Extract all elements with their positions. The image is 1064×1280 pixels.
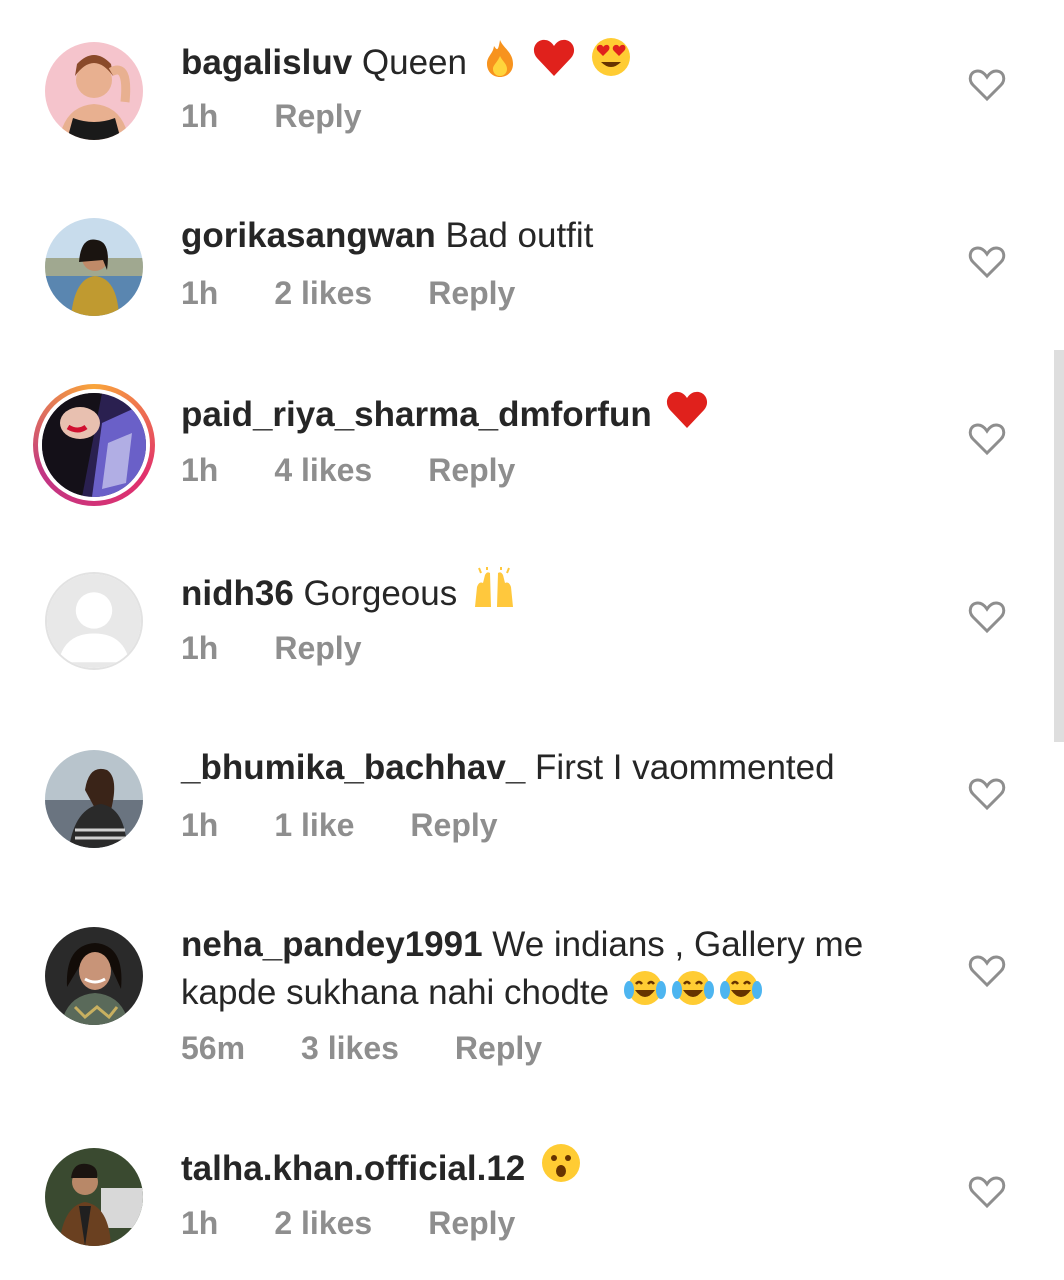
story-ring[interactable]	[33, 384, 155, 506]
tears-of-joy-emoji-icon	[719, 971, 762, 1005]
reply-button[interactable]: Reply	[455, 1030, 542, 1067]
like-heart-icon[interactable]	[968, 245, 1006, 279]
comment-likes[interactable]: 2 likes	[274, 1205, 372, 1242]
comment-username[interactable]: nidh36	[181, 574, 294, 613]
avatar[interactable]	[45, 218, 143, 316]
comment-meta: 1h 2 likes Reply	[181, 275, 571, 312]
comment-time: 1h	[181, 452, 219, 488]
comment-username[interactable]: gorikasangwan	[181, 216, 436, 255]
comment-meta: 1h Reply	[181, 98, 417, 135]
like-heart-icon[interactable]	[968, 600, 1006, 634]
comment-text: talha.khan.official.12	[181, 1142, 921, 1192]
comment-time: 1h	[181, 1205, 219, 1241]
avatar[interactable]	[45, 750, 143, 848]
avatar[interactable]	[45, 1148, 143, 1246]
reply-button[interactable]: Reply	[428, 452, 515, 489]
reply-button[interactable]: Reply	[274, 630, 361, 667]
comment-meta: 56m 3 likes Reply	[181, 1030, 598, 1067]
comment-username[interactable]: talha.khan.official.12	[181, 1149, 525, 1188]
reply-button[interactable]: Reply	[428, 1205, 515, 1242]
comment-username[interactable]: neha_pandey1991	[181, 925, 483, 964]
like-heart-icon[interactable]	[968, 954, 1006, 988]
comment-meta: 1h 2 likes Reply	[181, 1205, 571, 1242]
comment-text: nidh36 Gorgeous	[181, 567, 921, 617]
comment-message: First I vaommented	[535, 748, 835, 787]
like-heart-icon[interactable]	[968, 777, 1006, 811]
like-heart-icon[interactable]	[968, 1175, 1006, 1209]
raising-hands-emoji-icon	[474, 567, 513, 607]
reply-button[interactable]: Reply	[410, 807, 497, 844]
comment-message: Queen	[361, 43, 467, 82]
like-heart-icon[interactable]	[968, 68, 1006, 102]
comment-text: neha_pandey1991 We indians , Gallery me …	[181, 922, 921, 1016]
comment-time: 1h	[181, 630, 219, 666]
red-heart-emoji-icon	[667, 391, 708, 428]
comment-time: 1h	[181, 807, 219, 843]
comment-time: 1h	[181, 98, 219, 134]
comment-text: paid_riya_sharma_dmforfun	[181, 390, 921, 438]
red-heart-emoji-icon	[534, 39, 575, 76]
like-heart-icon[interactable]	[968, 422, 1006, 456]
comment-message: Gorgeous	[303, 574, 458, 613]
comment-time: 56m	[181, 1030, 246, 1066]
reply-button[interactable]: Reply	[274, 98, 361, 135]
comment-username[interactable]: paid_riya_sharma_dmforfun	[181, 395, 652, 434]
tears-of-joy-emoji-icon	[623, 971, 666, 1005]
avatar[interactable]	[45, 42, 143, 140]
comment-meta: 1h 1 like Reply	[181, 807, 554, 844]
fire-emoji-icon	[486, 40, 513, 77]
astonished-emoji-icon	[542, 1144, 581, 1182]
avatar[interactable]	[45, 927, 143, 1025]
avatar[interactable]	[42, 393, 146, 497]
heart-eyes-emoji-icon	[592, 38, 631, 76]
comment-likes[interactable]: 4 likes	[274, 452, 372, 489]
scrollbar[interactable]	[1054, 350, 1064, 742]
comment-likes[interactable]: 3 likes	[301, 1030, 399, 1067]
comment-message: Bad outfit	[445, 216, 594, 255]
comment-text: bagalisluv Queen	[181, 36, 921, 86]
comment-likes[interactable]: 2 likes	[274, 275, 372, 312]
avatar[interactable]	[45, 572, 143, 670]
tears-of-joy-emoji-icon	[671, 971, 714, 1005]
comment-meta: 1h 4 likes Reply	[181, 452, 571, 489]
comment-time: 1h	[181, 275, 219, 311]
comment-likes[interactable]: 1 like	[274, 807, 354, 844]
comment-username[interactable]: bagalisluv	[181, 43, 352, 82]
reply-button[interactable]: Reply	[428, 275, 515, 312]
comment-username[interactable]: _bhumika_bachhav_	[181, 748, 525, 787]
comment-text: gorikasangwan Bad outfit	[181, 213, 921, 259]
comment-meta: 1h Reply	[181, 630, 417, 667]
comment-text: _bhumika_bachhav_ First I vaommented	[181, 745, 921, 791]
